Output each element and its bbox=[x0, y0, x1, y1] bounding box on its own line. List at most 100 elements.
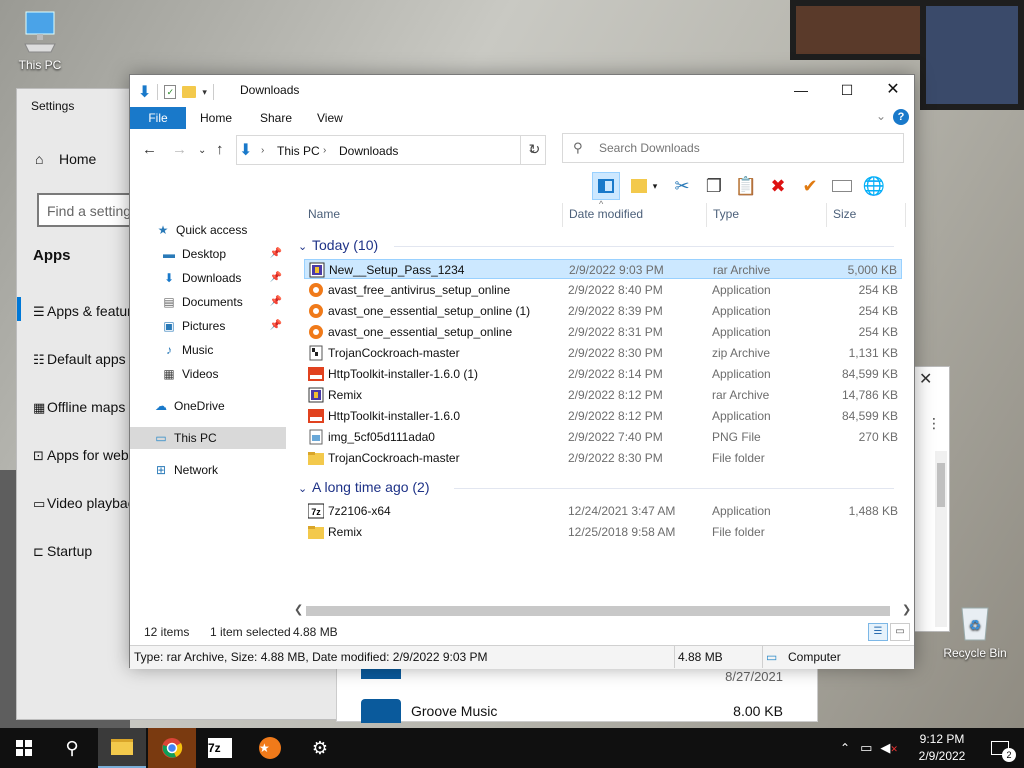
new-folder-icon[interactable] bbox=[182, 86, 197, 98]
details-view-button[interactable]: ☰ bbox=[868, 623, 888, 641]
globe-button[interactable]: 🌐 bbox=[860, 172, 888, 200]
help-icon[interactable]: ? bbox=[893, 109, 909, 125]
properties-button[interactable] bbox=[828, 172, 856, 200]
desktop-icon-recycle-bin[interactable]: ♻ Recycle Bin bbox=[940, 602, 1010, 660]
file-row[interactable]: 7z 7z2106-x64 12/24/2021 3:47 AM Applicatio… bbox=[304, 501, 902, 521]
taskbar-7zip[interactable]: 7z bbox=[196, 728, 244, 768]
file-row[interactable]: New__Setup_Pass_1234 2/9/2022 9:03 PM rar … bbox=[304, 259, 902, 279]
file-date-modified: 12/25/2018 9:58 AM bbox=[568, 525, 676, 539]
file-date-modified: 2/9/2022 8:40 PM bbox=[568, 283, 663, 297]
large-icons-view-button[interactable]: ▭ bbox=[890, 623, 910, 641]
horizontal-scrollbar[interactable]: ❮ ❯ bbox=[290, 603, 916, 619]
background-item-name[interactable]: Groove Music bbox=[411, 703, 497, 719]
nav-documents[interactable]: ▤ Documents 📌 bbox=[130, 291, 286, 313]
details-info: Type: rar Archive, Size: 4.88 MB, Date m… bbox=[134, 650, 488, 664]
download-arrow-icon: ⬇ bbox=[163, 271, 175, 285]
minimize-button[interactable]: — bbox=[778, 75, 824, 105]
column-name[interactable]: Name bbox=[308, 207, 340, 221]
taskbar-file-explorer[interactable] bbox=[98, 728, 146, 768]
scrollbar-thumb[interactable] bbox=[306, 606, 890, 616]
column-size[interactable]: Size bbox=[833, 207, 856, 221]
nav-videos[interactable]: ▦ Videos bbox=[130, 363, 286, 385]
nav-downloads[interactable]: ⬇ Downloads 📌 bbox=[130, 267, 286, 289]
close-button[interactable]: ✕ bbox=[870, 75, 916, 105]
chevron-up-icon[interactable]: ⌃ bbox=[840, 741, 850, 755]
nav-pictures[interactable]: ▣ Pictures 📌 bbox=[130, 315, 286, 337]
nav-network[interactable]: ⊞ Network bbox=[130, 459, 286, 481]
delete-button[interactable]: ✖ bbox=[764, 172, 792, 200]
file-size: 254 KB bbox=[858, 304, 898, 318]
breadcrumb-this-pc[interactable]: This PC bbox=[277, 144, 320, 158]
taskbar-settings[interactable]: ⚙ bbox=[296, 728, 344, 768]
chevron-down-icon: ⌄ bbox=[298, 241, 308, 253]
up-button[interactable]: ↑ bbox=[216, 141, 224, 158]
nav-desktop[interactable]: ▬ Desktop 📌 bbox=[130, 243, 286, 265]
file-explorer-window: ⬇ ✓ ▾ Downloads — ☐ ✕ File Home Share Vi… bbox=[129, 74, 916, 669]
preview-pane-button[interactable] bbox=[592, 172, 620, 200]
more-icon[interactable]: ⋮ bbox=[927, 415, 941, 432]
nav-music[interactable]: ♪ Music bbox=[130, 339, 286, 361]
scroll-right-icon[interactable]: ❯ bbox=[902, 603, 911, 616]
tab-share[interactable]: Share bbox=[260, 111, 292, 125]
copy-button[interactable]: ❐ bbox=[700, 172, 728, 200]
search-button[interactable]: ⚲ bbox=[48, 728, 96, 768]
scroll-left-icon[interactable]: ❮ bbox=[294, 603, 303, 616]
file-row[interactable]: avast_one_essential_setup_online (1) 2/9/… bbox=[304, 301, 902, 321]
expand-ribbon-icon[interactable]: ⌄ bbox=[876, 109, 886, 123]
notification-center-button[interactable]: 2 bbox=[976, 728, 1024, 768]
settings-nav-apps-websites[interactable]: ⊡Apps for websites bbox=[17, 447, 137, 464]
tab-view[interactable]: View bbox=[317, 111, 343, 125]
clock[interactable]: 9:12 PM 2/9/2022 bbox=[912, 731, 972, 765]
rename-button[interactable]: ✔ bbox=[796, 172, 824, 200]
new-item-button[interactable]: ▾ bbox=[624, 172, 664, 200]
avast-icon: ★ bbox=[259, 737, 281, 759]
file-row[interactable]: TrojanCockroach-master 2/9/2022 8:30 PM zi… bbox=[304, 343, 902, 363]
recent-locations-button[interactable]: ⌄ bbox=[198, 145, 206, 156]
column-divider bbox=[905, 203, 906, 227]
forward-button[interactable]: → bbox=[172, 141, 187, 158]
settings-nav-apps-features[interactable]: ☰ Apps & features bbox=[17, 303, 137, 320]
nav-onedrive[interactable]: ☁ OneDrive bbox=[130, 395, 286, 417]
breadcrumb-downloads[interactable]: Downloads bbox=[339, 144, 398, 158]
settings-nav-video-playback[interactable]: ▭ Video playback bbox=[17, 495, 137, 512]
tab-file[interactable]: File bbox=[130, 107, 186, 129]
file-row[interactable]: HttpToolkit-installer-1.6.0 (1) 2/9/2022 … bbox=[304, 364, 902, 384]
title-bar[interactable]: ⬇ ✓ ▾ Downloads — ☐ ✕ bbox=[130, 75, 914, 105]
settings-nav-offline-maps[interactable]: ▦ Offline maps bbox=[17, 399, 137, 416]
file-row[interactable]: img_5cf05d111ada0 2/9/2022 7:40 PM PNG Fil… bbox=[304, 427, 902, 447]
column-date-modified[interactable]: Date modified bbox=[569, 207, 643, 221]
desktop-icon-this-pc[interactable]: This PC bbox=[10, 10, 70, 72]
scrollbar-thumb[interactable] bbox=[937, 463, 945, 507]
nav-quick-access[interactable]: ★ Quick access bbox=[130, 219, 286, 241]
file-row[interactable]: TrojanCockroach-master 2/9/2022 8:30 PM Fi… bbox=[304, 448, 902, 468]
start-button[interactable] bbox=[0, 728, 48, 768]
properties-icon[interactable]: ✓ bbox=[164, 85, 177, 99]
column-type[interactable]: Type bbox=[713, 207, 739, 221]
tab-home[interactable]: Home bbox=[200, 111, 232, 125]
network-icon[interactable]: ▭ bbox=[860, 740, 872, 756]
maximize-button[interactable]: ☐ bbox=[824, 75, 870, 105]
settings-home[interactable]: ⌂ Home bbox=[35, 151, 96, 167]
back-button[interactable]: ← bbox=[142, 141, 157, 158]
file-row[interactable]: Remix 2/9/2022 8:12 PM rar Archive 14,786 K… bbox=[304, 385, 902, 405]
address-bar[interactable]: ⬇ › This PC › Downloads ⌄ bbox=[236, 135, 546, 165]
settings-nav-default-apps[interactable]: ☷ Default apps bbox=[17, 351, 137, 368]
file-row[interactable]: avast_free_antivirus_setup_online 2/9/202… bbox=[304, 280, 902, 300]
taskbar-avast[interactable]: ★ bbox=[246, 728, 294, 768]
nav-this-pc[interactable]: ▭ This PC bbox=[130, 427, 286, 449]
group-header-long-ago[interactable]: ⌄ A long time ago (2) bbox=[298, 479, 898, 495]
refresh-button[interactable]: ↻ bbox=[520, 135, 548, 165]
close-icon[interactable]: ✕ bbox=[919, 369, 932, 389]
customize-toolbar-icon[interactable]: ▾ bbox=[202, 87, 207, 98]
settings-nav-startup[interactable]: ⊏ Startup bbox=[17, 543, 137, 560]
search-box[interactable]: ⚲ bbox=[562, 133, 904, 163]
file-row[interactable]: Remix 12/25/2018 9:58 AM File folder bbox=[304, 522, 902, 542]
file-row[interactable]: HttpToolkit-installer-1.6.0 2/9/2022 8:12… bbox=[304, 406, 902, 426]
cut-button[interactable]: ✂ bbox=[668, 172, 696, 200]
file-row[interactable]: avast_one_essential_setup_online 2/9/2022… bbox=[304, 322, 902, 342]
group-header-today[interactable]: ⌄ Today (10) bbox=[298, 237, 898, 253]
search-input[interactable] bbox=[597, 138, 887, 158]
volume-muted-icon[interactable]: ◀✕ bbox=[880, 740, 898, 756]
paste-button[interactable]: 📋 bbox=[732, 172, 760, 200]
taskbar-chrome[interactable] bbox=[148, 728, 196, 768]
